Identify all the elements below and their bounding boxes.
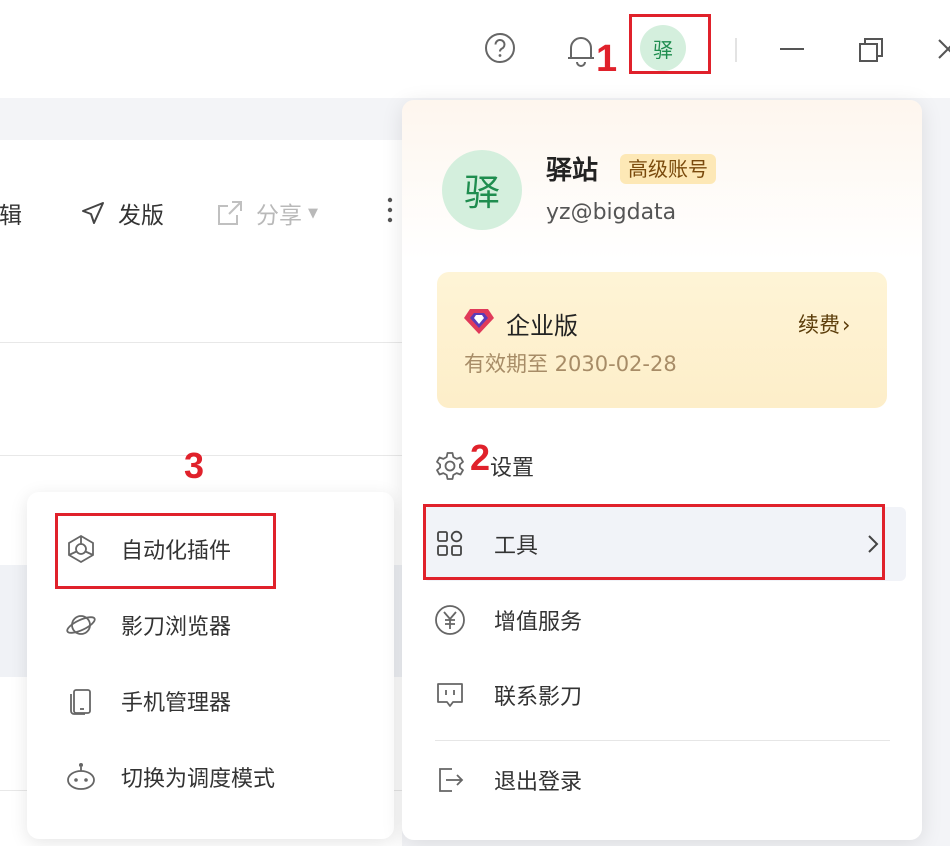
step-number-1: 1 (596, 38, 618, 80)
menu-divider (435, 740, 890, 741)
plan-expiry: 有效期至 2030-02-28 (464, 352, 677, 376)
user-email: yz@bigdata (546, 200, 677, 225)
more-icon (387, 197, 393, 223)
title-bar: 驿 (0, 0, 950, 98)
user-avatar: 驿 (442, 150, 522, 230)
restore-icon[interactable] (858, 37, 884, 63)
step-number-3: 3 (184, 445, 205, 486)
step-number-2: 2 (470, 437, 491, 478)
renew-label: 续费 (798, 313, 840, 337)
plan-name: 企业版 (506, 312, 578, 340)
robot-icon (67, 763, 95, 790)
dispatch-mode-menu-item[interactable]: 切换为调度模式 (65, 761, 275, 793)
planet-icon (66, 615, 96, 635)
phone-icon (70, 689, 91, 715)
highlight-box-plugin (55, 513, 276, 589)
phone-manager-label: 手机管理器 (121, 691, 232, 716)
dispatch-mode-label: 切换为调度模式 (121, 767, 276, 792)
logout-label: 退出登录 (494, 770, 583, 795)
chevron-right-icon: › (842, 313, 851, 337)
logout-icon (439, 768, 464, 792)
edit-label: 编辑 (0, 203, 22, 229)
yuan-icon (435, 605, 465, 635)
highlight-box-tools (423, 504, 885, 580)
minimize-icon[interactable] (780, 48, 804, 50)
publish-label: 发版 (118, 203, 164, 229)
chat-icon (437, 683, 463, 707)
share-icon (218, 201, 242, 225)
edit-button[interactable]: 编辑 (0, 196, 22, 230)
more-button[interactable] (386, 196, 394, 224)
divider (0, 342, 402, 343)
diamond-heart-icon (464, 309, 494, 334)
gear-icon (436, 452, 464, 480)
highlight-box-avatar (629, 14, 711, 74)
contact-menu-item[interactable]: 联系影刀 (434, 679, 582, 711)
browser-menu-item[interactable]: 影刀浏览器 (65, 609, 231, 641)
close-icon[interactable] (936, 36, 950, 62)
publish-button[interactable]: 发版 (80, 196, 164, 230)
value-added-menu-item[interactable]: 增值服务 (434, 604, 582, 636)
share-label: 分享 (256, 203, 302, 229)
browser-label: 影刀浏览器 (121, 615, 232, 640)
titlebar-divider (735, 38, 737, 62)
contact-label: 联系影刀 (494, 685, 583, 710)
phone-manager-menu-item[interactable]: 手机管理器 (65, 685, 231, 717)
share-button[interactable]: 分享 ▼ (216, 196, 318, 230)
plan-card (437, 272, 887, 408)
renew-link[interactable]: 续费› (798, 309, 850, 339)
caret-down-icon: ▼ (308, 205, 318, 221)
help-icon[interactable] (484, 32, 516, 64)
account-badge: 高级账号 (620, 154, 716, 184)
logout-menu-item[interactable]: 退出登录 (434, 764, 582, 796)
value-added-label: 增值服务 (494, 610, 583, 635)
bell-icon[interactable] (566, 33, 596, 67)
send-icon (82, 202, 104, 224)
user-name: 驿站 (546, 156, 599, 186)
settings-label: 设置 (490, 456, 535, 481)
